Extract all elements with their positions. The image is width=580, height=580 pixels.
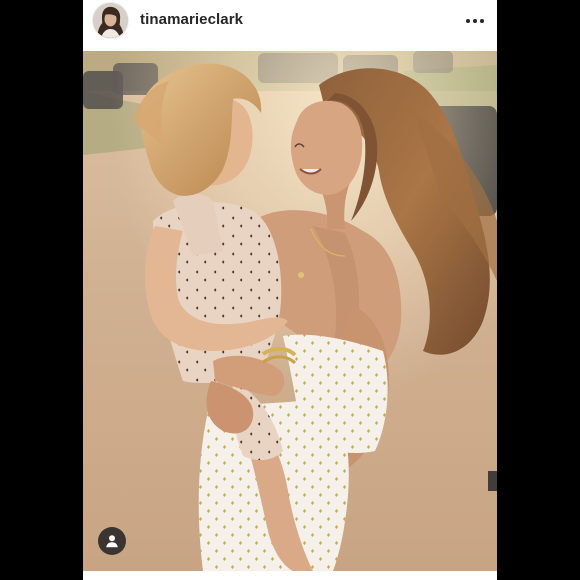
post-footer <box>83 571 497 580</box>
tagged-users-button[interactable] <box>98 527 126 555</box>
avatar-image <box>93 3 128 38</box>
post-username[interactable]: tinamarieclark <box>140 11 243 28</box>
more-horizontal-icon <box>466 19 484 23</box>
more-options-button[interactable] <box>462 12 488 30</box>
instagram-post: tinamarieclark <box>83 0 497 580</box>
user-tag-icon <box>106 535 118 548</box>
app-canvas: tinamarieclark <box>0 0 580 580</box>
post-photo[interactable] <box>83 51 497 571</box>
photo-illustration <box>83 51 497 571</box>
post-header: tinamarieclark <box>83 0 497 51</box>
profile-avatar[interactable] <box>93 3 128 38</box>
